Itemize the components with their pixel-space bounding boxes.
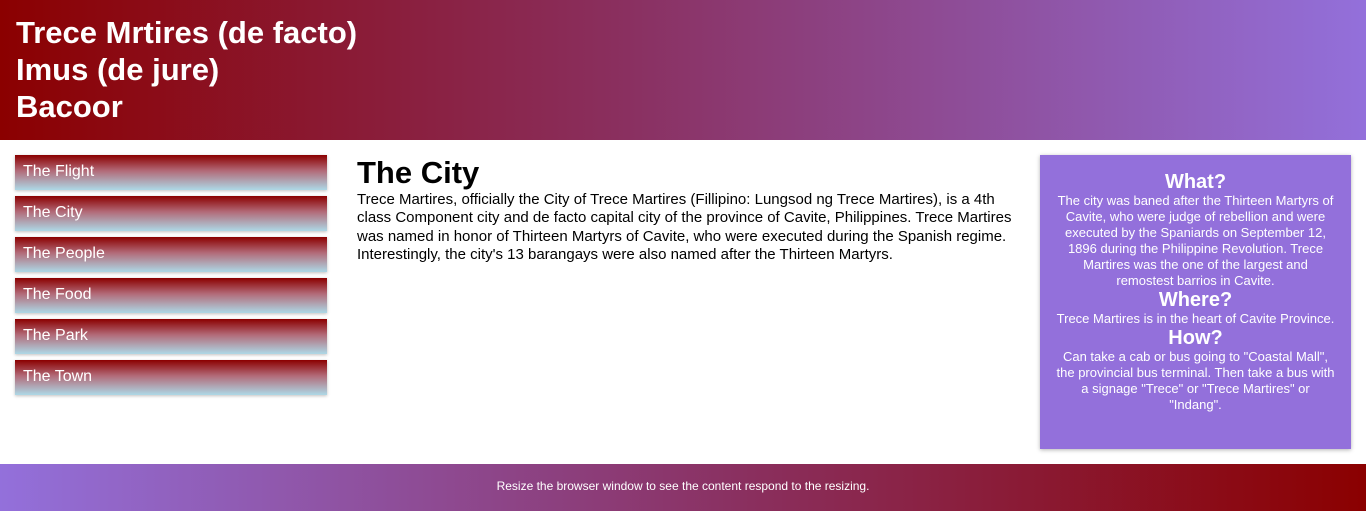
how-heading: How?: [1168, 327, 1223, 349]
main-body-text: Trece Martires, officially the City of T…: [357, 191, 1012, 263]
header-title-line-3: Bacoor: [16, 89, 123, 124]
page-title: The City: [357, 155, 480, 190]
menu-item-the-town[interactable]: The Town: [15, 360, 327, 395]
header-title-line-2: Imus (de jure): [16, 52, 220, 87]
where-heading: Where?: [1158, 289, 1233, 311]
menu-item-the-food[interactable]: The Food: [15, 278, 327, 313]
menu-item-the-flight[interactable]: The Flight: [15, 155, 327, 190]
menu-item-the-people[interactable]: The People: [15, 237, 327, 272]
header-title-line-1: Trece Mrtires (de facto): [16, 15, 358, 50]
site-header: Trece Mrtires (de facto) Imus (de jure) …: [0, 0, 1366, 140]
menu-item-the-city[interactable]: The City: [15, 196, 327, 231]
site-footer: Resize the browser window to see the con…: [0, 464, 1366, 511]
footer-text: Resize the browser window to see the con…: [496, 479, 870, 493]
menu-item-the-park[interactable]: The Park: [15, 319, 327, 354]
how-text: Can take a cab or bus going to "Coastal …: [1056, 349, 1335, 412]
main-content: The City Trece Martires, officially the …: [357, 155, 1017, 264]
what-text: The city was baned after the Thirteen Ma…: [1057, 193, 1334, 288]
where-text: Trece Martires is in the heart of Cavite…: [1056, 311, 1335, 326]
what-heading: What?: [1164, 171, 1227, 193]
side-menu: The Flight The City The People The Food …: [15, 155, 327, 401]
info-aside: What? The city was baned after the Thirt…: [1040, 155, 1351, 449]
